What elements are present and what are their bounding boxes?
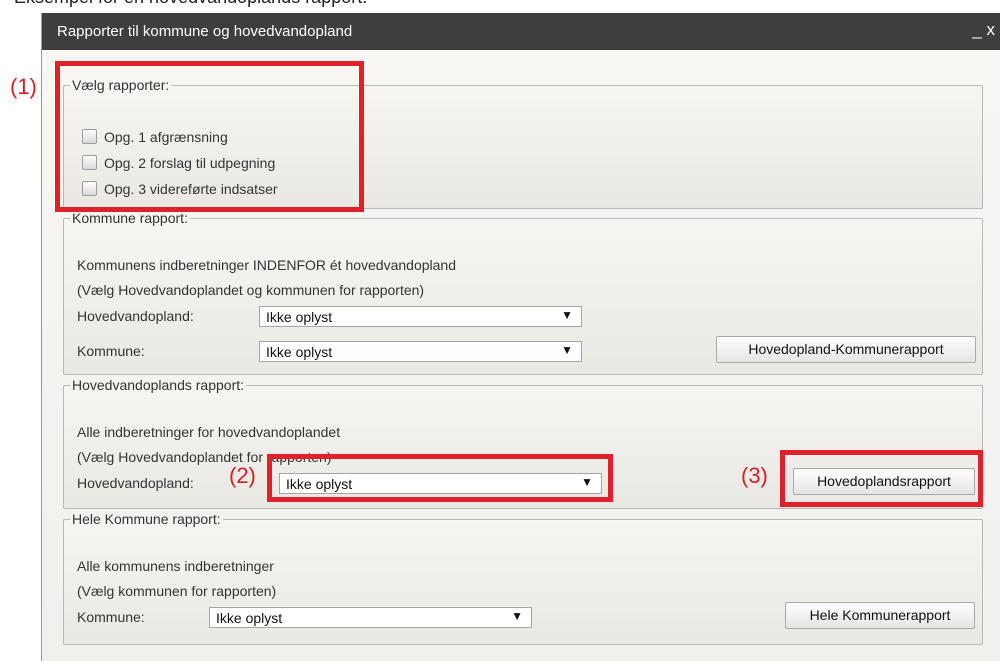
- hovedvandopland-label: Hovedvandopland:: [77, 475, 194, 491]
- triangle-down-icon: ▼: [561, 343, 573, 357]
- hovedvandoplands-report-desc: Alle indberetninger for hovedvandoplande…: [77, 424, 341, 440]
- kommune-report-group: Kommune rapport: Kommunens indberetninge…: [63, 210, 983, 375]
- close-icon[interactable]: _ x: [972, 20, 995, 40]
- hele-kommune-report-desc: Alle kommunens indberetninger: [77, 558, 274, 574]
- kommune-select[interactable]: Ikke oplyst ▼: [259, 341, 582, 362]
- highlight-box-3: [780, 450, 983, 507]
- hovedvandopland-select[interactable]: Ikke oplyst ▼: [259, 306, 582, 327]
- hele-kommune-report-legend: Hele Kommune rapport:: [72, 511, 221, 527]
- select-value: Ikke oplyst: [266, 309, 333, 325]
- hovedvandopland-label: Hovedvandopland:: [77, 308, 194, 324]
- hovedvandoplands-report-legend: Hovedvandoplands rapport:: [72, 377, 245, 393]
- highlight-box-2: [267, 454, 613, 502]
- kommune-label: Kommune:: [77, 343, 145, 359]
- marker-3: (3): [741, 463, 768, 488]
- triangle-down-icon: ▼: [511, 609, 523, 623]
- dialog-titlebar: Rapporter til kommune og hovedvandopland…: [42, 13, 1000, 50]
- kommune-select-2[interactable]: Ikke oplyst ▼: [209, 607, 532, 628]
- triangle-down-icon: ▼: [561, 308, 573, 322]
- hovedopland-kommunerapport-button[interactable]: Hovedopland-Kommunerapport: [716, 336, 976, 363]
- marker-1: (1): [10, 74, 37, 99]
- kommune-report-hint: (Vælg Hovedvandoplandet og kommunen for …: [77, 282, 425, 298]
- kommune-report-legend: Kommune rapport:: [72, 210, 188, 226]
- caption-text: Eksempel for en hovedvandoplands rapport…: [14, 0, 367, 8]
- highlight-box-1: [55, 61, 364, 212]
- marker-2: (2): [229, 463, 256, 488]
- hele-kommunerapport-button[interactable]: Hele Kommunerapport: [785, 602, 975, 629]
- hele-kommune-report-hint: (Vælg kommunen for rapporten): [77, 583, 277, 599]
- hele-kommune-report-group: Hele Kommune rapport: Alle kommunens ind…: [63, 511, 983, 645]
- select-value: Ikke oplyst: [266, 344, 333, 360]
- kommune-label: Kommune:: [77, 609, 145, 625]
- select-value: Ikke oplyst: [216, 610, 283, 626]
- dialog-title: Rapporter til kommune og hovedvandopland: [57, 23, 353, 40]
- kommune-report-desc: Kommunens indberetninger INDENFOR ét hov…: [77, 257, 456, 273]
